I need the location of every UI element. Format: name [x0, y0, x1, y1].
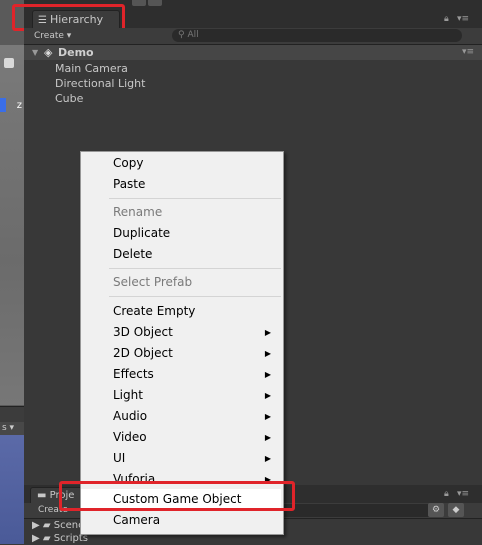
game-viewport	[0, 435, 24, 544]
search-placeholder: All	[187, 30, 199, 40]
menu-separator	[109, 296, 281, 297]
menu-separator	[109, 268, 281, 269]
menu-item-label: 2D Object	[113, 346, 173, 360]
hierarchy-item[interactable]: Directional Light	[55, 76, 145, 91]
scene-row[interactable]: ▼ ◈ Demo ▾≡	[24, 45, 482, 60]
hierarchy-item[interactable]: Cube	[55, 91, 83, 106]
context-menu: Copy Paste Rename Duplicate Delete Selec…	[80, 151, 284, 535]
menu-item-ui[interactable]: UI ▶	[81, 448, 281, 469]
menu-item-label: Effects	[113, 367, 154, 381]
project-menu-icon[interactable]: ▾≡	[457, 489, 469, 499]
menu-item-label: UI	[113, 451, 126, 465]
game-tab-bar	[0, 406, 24, 423]
menu-item-delete[interactable]: Delete	[81, 244, 281, 265]
submenu-arrow-icon: ▶	[264, 328, 271, 337]
menu-item-paste[interactable]: Paste	[81, 174, 281, 195]
menu-item-label: Paste	[113, 177, 146, 191]
menu-item-duplicate[interactable]: Duplicate	[81, 223, 281, 244]
filter-type-icon[interactable]: ⚙	[428, 503, 444, 517]
game-view-dropdown[interactable]: s ▾	[0, 422, 24, 435]
submenu-arrow-icon: ▶	[264, 454, 271, 463]
folder-item[interactable]: ▶ ▰ Scene	[32, 519, 84, 532]
menu-item-label: Delete	[113, 247, 153, 261]
axis-z-label: z	[16, 100, 22, 111]
hierarchy-item[interactable]: Main Camera	[55, 61, 128, 76]
menu-item-label: Create Empty	[113, 304, 196, 318]
hierarchy-toolbar: Create ▾ ⚲ All	[24, 28, 482, 45]
pause-button[interactable]	[148, 0, 162, 6]
play-button[interactable]	[132, 0, 146, 6]
menu-item-video[interactable]: Video ▶	[81, 427, 281, 448]
folder-icon: ▬	[37, 490, 47, 501]
submenu-arrow-icon: ▶	[264, 370, 271, 379]
menu-item-2d-object[interactable]: 2D Object ▶	[81, 343, 281, 364]
menu-item-camera[interactable]: Camera	[81, 510, 281, 531]
menu-item-label: Select Prefab	[113, 275, 193, 289]
expand-triangle-icon[interactable]: ▶	[32, 533, 40, 544]
scene-gizmo-icon[interactable]	[4, 58, 14, 68]
expand-triangle-icon[interactable]: ▶	[32, 520, 40, 531]
custom-game-object-highlight	[59, 481, 295, 511]
filter-label-icon[interactable]: ◆	[448, 503, 464, 517]
folder-icon: ▰	[42, 520, 51, 531]
menu-item-label: 3D Object	[113, 325, 173, 339]
panel-menu-icon[interactable]: ▾≡	[457, 14, 469, 24]
search-input[interactable]: ⚲ All	[172, 29, 462, 42]
project-lock-icon[interactable]: 🔒︎	[444, 489, 449, 499]
search-icon: ⚲	[178, 30, 185, 40]
unity-scene-icon: ◈	[44, 46, 53, 59]
menu-item-create-empty[interactable]: Create Empty	[81, 301, 281, 322]
menu-item-label: Audio	[113, 409, 148, 423]
folder-icon: ▰	[42, 533, 51, 544]
menu-separator	[109, 198, 281, 199]
menu-item-3d-object[interactable]: 3D Object ▶	[81, 322, 281, 343]
submenu-arrow-icon: ▶	[264, 433, 271, 442]
hierarchy-tab-highlight	[12, 4, 125, 31]
menu-item-label: Duplicate	[113, 226, 171, 240]
scene-name: Demo	[58, 46, 94, 59]
collapse-triangle-icon[interactable]: ▼	[32, 45, 38, 60]
lock-icon[interactable]: 🔒︎	[444, 14, 449, 24]
submenu-arrow-icon: ▶	[264, 391, 271, 400]
menu-item-label: Copy	[113, 156, 144, 170]
submenu-arrow-icon: ▶	[264, 349, 271, 358]
menu-item-select-prefab: Select Prefab	[81, 272, 281, 293]
create-dropdown[interactable]: Create ▾	[34, 29, 71, 43]
menu-item-label: Video	[113, 430, 147, 444]
menu-item-light[interactable]: Light ▶	[81, 385, 281, 406]
menu-item-label: Camera	[113, 513, 161, 527]
menu-item-audio[interactable]: Audio ▶	[81, 406, 281, 427]
menu-item-effects[interactable]: Effects ▶	[81, 364, 281, 385]
scene-menu-icon[interactable]: ▾≡	[462, 45, 474, 60]
menu-item-label: Light	[113, 388, 143, 402]
scene-view-strip[interactable]: z s ▾	[0, 0, 24, 544]
menu-item-rename: Rename	[81, 202, 281, 223]
submenu-arrow-icon: ▶	[264, 412, 271, 421]
menu-item-label: Rename	[113, 205, 163, 219]
menu-item-copy[interactable]: Copy	[81, 153, 281, 174]
